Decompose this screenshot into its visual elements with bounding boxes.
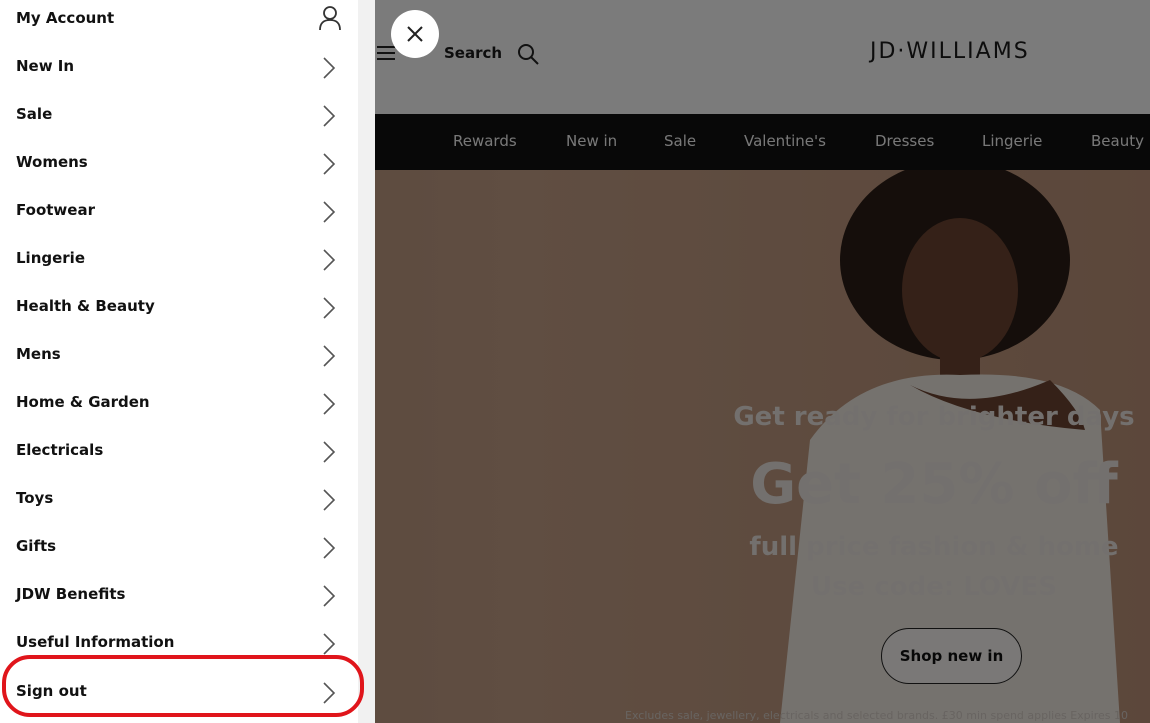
close-icon xyxy=(407,26,423,42)
drawer-item-new-in[interactable]: New In xyxy=(0,48,358,96)
drawer-item-label: Gifts xyxy=(16,537,57,555)
drawer-item-label: Toys xyxy=(16,489,54,507)
drawer-item-label: Womens xyxy=(16,153,88,171)
chevron-right-icon xyxy=(323,441,336,463)
chevron-right-icon xyxy=(323,57,336,79)
drawer-item-home-and-garden[interactable]: Home & Garden xyxy=(0,384,358,432)
drawer-item-health-and-beauty[interactable]: Health & Beauty xyxy=(0,288,358,336)
drawer-item-jdw-benefits[interactable]: JDW Benefits xyxy=(0,576,358,624)
drawer-item-label: Sale xyxy=(16,105,53,123)
drawer-item-footwear[interactable]: Footwear xyxy=(0,192,358,240)
drawer-item-gifts[interactable]: Gifts xyxy=(0,528,358,576)
chevron-right-icon xyxy=(323,633,336,655)
drawer-item-label: Home & Garden xyxy=(16,393,150,411)
drawer-item-label: Mens xyxy=(16,345,61,363)
chevron-right-icon xyxy=(323,537,336,559)
chevron-right-icon xyxy=(323,249,336,271)
drawer-item-label: New In xyxy=(16,57,75,75)
chevron-right-icon xyxy=(323,585,336,607)
drawer-item-label: Footwear xyxy=(16,201,95,219)
drawer-item-label: My Account xyxy=(16,9,115,27)
chevron-right-icon xyxy=(323,345,336,367)
chevron-right-icon xyxy=(323,153,336,175)
close-drawer-button[interactable] xyxy=(391,10,439,58)
drawer-item-mens[interactable]: Mens xyxy=(0,336,358,384)
chevron-right-icon xyxy=(323,297,336,319)
drawer-item-womens[interactable]: Womens xyxy=(0,144,358,192)
drawer-item-label: Health & Beauty xyxy=(16,297,155,315)
drawer-item-toys[interactable]: Toys xyxy=(0,480,358,528)
drawer-item-lingerie[interactable]: Lingerie xyxy=(0,240,358,288)
drawer-scrollbar[interactable] xyxy=(358,0,375,723)
drawer-item-sale[interactable]: Sale xyxy=(0,96,358,144)
user-icon xyxy=(319,6,341,31)
drawer-item-label: Electricals xyxy=(16,441,104,459)
drawer-item-label: Lingerie xyxy=(16,249,86,267)
drawer-item-label: JDW Benefits xyxy=(16,585,126,603)
chevron-right-icon xyxy=(323,393,336,415)
drawer-item-electricals[interactable]: Electricals xyxy=(0,432,358,480)
drawer-item-my-account[interactable]: My Account xyxy=(0,0,358,48)
chevron-right-icon xyxy=(323,105,336,127)
chevron-right-icon xyxy=(323,201,336,223)
highlight-annotation xyxy=(2,655,364,717)
drawer-item-label: Useful Information xyxy=(16,633,175,651)
chevron-right-icon xyxy=(323,489,336,511)
